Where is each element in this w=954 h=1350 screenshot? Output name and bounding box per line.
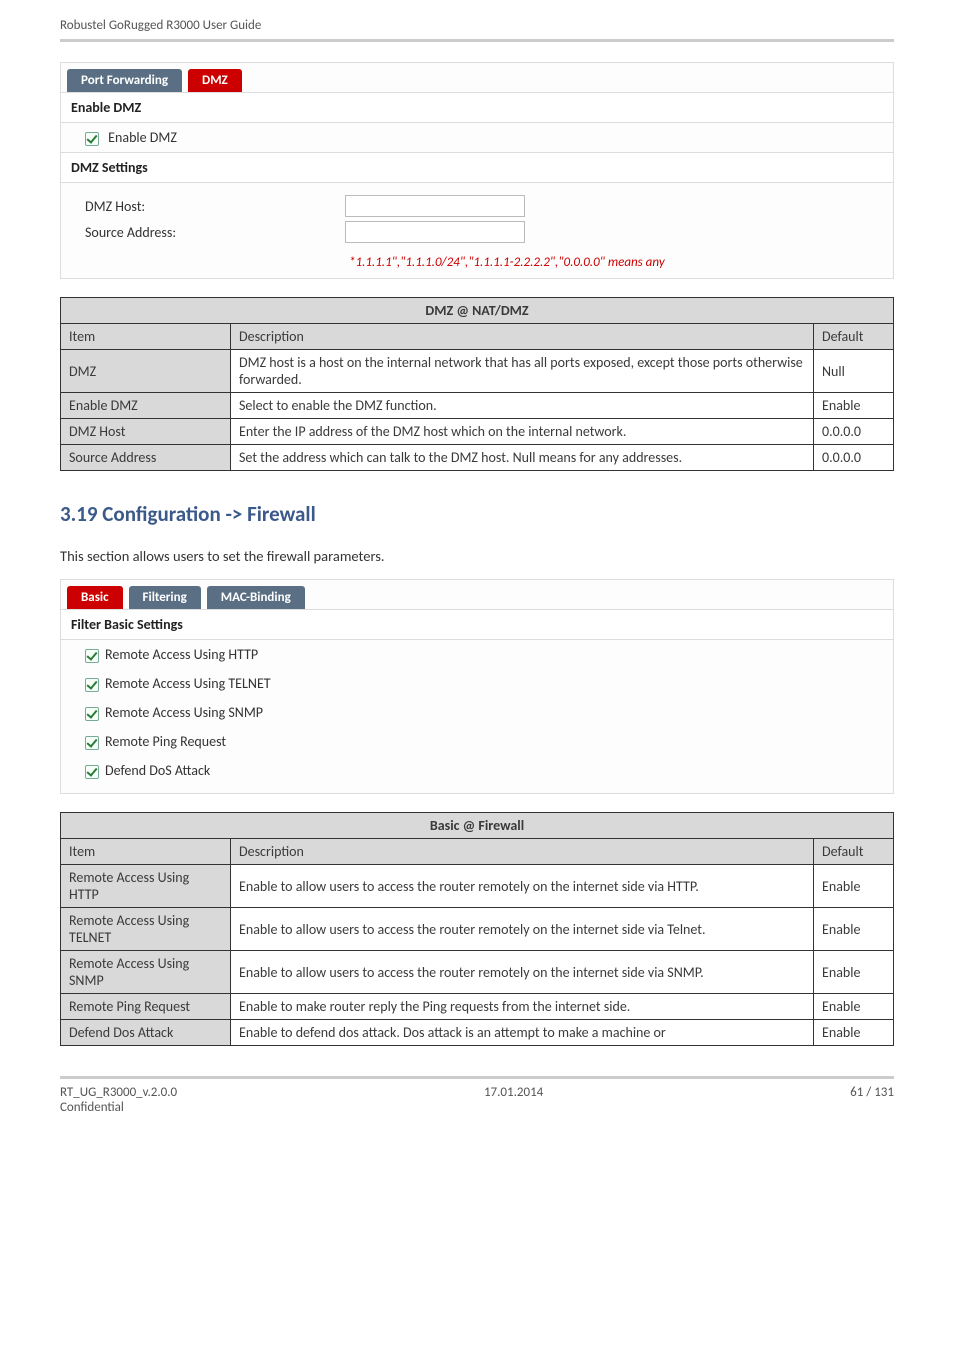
source-address-input[interactable] — [345, 221, 525, 243]
row-item: Remote Access Using SNMP — [61, 951, 231, 994]
table-title: DMZ @ NAT/DMZ — [61, 298, 894, 324]
row-item: Source Address — [61, 445, 231, 471]
filter-basic-header: Filter Basic Settings — [61, 609, 893, 640]
table-row: Remote Ping RequestEnable to make router… — [61, 994, 894, 1020]
table-row: DMZ HostEnter the IP address of the DMZ … — [61, 419, 894, 445]
dmz-host-label: DMZ Host: — [85, 198, 345, 215]
row-default: Enable — [814, 1020, 894, 1046]
checkbox-label: Remote Access Using HTTP — [105, 646, 258, 663]
page-footer: RT_UG_R3000_v.2.0.0 Confidential 17.01.2… — [60, 1076, 894, 1115]
tab-basic[interactable]: Basic — [67, 586, 123, 609]
row-default: Enable — [814, 994, 894, 1020]
checkbox-row: Defend DoS Attack — [61, 756, 893, 785]
page-header: Robustel GoRugged R3000 User Guide — [60, 0, 894, 42]
row-default: Enable — [814, 951, 894, 994]
enable-dmz-header: Enable DMZ — [61, 92, 893, 123]
tab-port-forwarding[interactable]: Port Forwarding — [67, 69, 182, 92]
dmz-settings-body: DMZ Host: Source Address: — [61, 183, 893, 255]
row-item: Remote Access Using TELNET — [61, 908, 231, 951]
checkbox-row: Remote Ping Request — [61, 727, 893, 756]
row-item: DMZ — [61, 350, 231, 393]
dmz-host-input[interactable] — [345, 195, 525, 217]
checkbox-label: Remote Access Using TELNET — [105, 675, 271, 692]
source-address-hint: *1.1.1.1","1.1.1.0/24","1.1.1.1-2.2.2.2"… — [349, 255, 893, 278]
firewall-info-table: Basic @ Firewall Item Description Defaul… — [60, 812, 894, 1046]
checkbox-label: Defend DoS Attack — [105, 762, 210, 779]
checkbox-icon[interactable] — [85, 132, 99, 146]
row-desc: Enable to make router reply the Ping req… — [231, 994, 814, 1020]
section-heading: 3.19 Configuration -> Firewall — [60, 501, 894, 527]
checkbox-icon[interactable] — [85, 707, 99, 721]
checkbox-icon[interactable] — [85, 765, 99, 779]
col-desc: Description — [231, 324, 814, 350]
row-default: Enable — [814, 865, 894, 908]
checkbox-icon[interactable] — [85, 678, 99, 692]
row-item: DMZ Host — [61, 419, 231, 445]
row-desc: Select to enable the DMZ function. — [231, 393, 814, 419]
row-desc: Enable to allow users to access the rout… — [231, 865, 814, 908]
row-desc: Enter the IP address of the DMZ host whi… — [231, 419, 814, 445]
row-item: Remote Ping Request — [61, 994, 231, 1020]
checkbox-label: Remote Access Using SNMP — [105, 704, 263, 721]
table-row: Remote Access Using SNMPEnable to allow … — [61, 951, 894, 994]
footer-page: 61 / 131 — [850, 1085, 894, 1115]
col-desc: Description — [231, 839, 814, 865]
col-item: Item — [61, 839, 231, 865]
row-default: Null — [814, 350, 894, 393]
row-desc: Enable to allow users to access the rout… — [231, 951, 814, 994]
row-default: Enable — [814, 393, 894, 419]
row-default: 0.0.0.0 — [814, 419, 894, 445]
row-desc: Enable to defend dos attack. Dos attack … — [231, 1020, 814, 1046]
table-row: Source AddressSet the address which can … — [61, 445, 894, 471]
footer-left: RT_UG_R3000_v.2.0.0 Confidential — [60, 1085, 177, 1115]
table-title: Basic @ Firewall — [61, 813, 894, 839]
source-address-label: Source Address: — [85, 224, 345, 241]
table-row: Enable DMZSelect to enable the DMZ funct… — [61, 393, 894, 419]
dmz-panel: Port Forwarding DMZ Enable DMZ Enable DM… — [60, 62, 894, 279]
col-default: Default — [814, 324, 894, 350]
footer-confidential: Confidential — [60, 1100, 177, 1115]
footer-version: RT_UG_R3000_v.2.0.0 — [60, 1085, 177, 1100]
row-desc: Enable to allow users to access the rout… — [231, 908, 814, 951]
checkbox-icon[interactable] — [85, 736, 99, 750]
tab-filtering[interactable]: Filtering — [129, 586, 201, 609]
tab-mac-binding[interactable]: MAC-Binding — [207, 586, 305, 609]
row-item: Enable DMZ — [61, 393, 231, 419]
col-default: Default — [814, 839, 894, 865]
firewall-panel: Basic Filtering MAC-Binding Filter Basic… — [60, 579, 894, 794]
row-desc: Set the address which can talk to the DM… — [231, 445, 814, 471]
checkbox-row: Remote Access Using HTTP — [61, 640, 893, 669]
row-item: Remote Access Using HTTP — [61, 865, 231, 908]
checkbox-label: Remote Ping Request — [105, 733, 226, 750]
row-default: Enable — [814, 908, 894, 951]
section-intro: This section allows users to set the fir… — [60, 547, 894, 565]
tab-dmz[interactable]: DMZ — [188, 69, 242, 92]
enable-dmz-row: Enable DMZ — [61, 123, 893, 152]
dmz-tab-row: Port Forwarding DMZ — [61, 63, 893, 92]
table-row: Remote Access Using TELNETEnable to allo… — [61, 908, 894, 951]
table-row: DMZDMZ host is a host on the internal ne… — [61, 350, 894, 393]
checkbox-row: Remote Access Using TELNET — [61, 669, 893, 698]
enable-dmz-label: Enable DMZ — [108, 129, 177, 146]
row-item: Defend Dos Attack — [61, 1020, 231, 1046]
dmz-settings-header: DMZ Settings — [61, 152, 893, 183]
dmz-info-table: DMZ @ NAT/DMZ Item Description Default D… — [60, 297, 894, 471]
row-desc: DMZ host is a host on the internal netwo… — [231, 350, 814, 393]
checkbox-row: Remote Access Using SNMP — [61, 698, 893, 727]
table-row: Defend Dos AttackEnable to defend dos at… — [61, 1020, 894, 1046]
row-default: 0.0.0.0 — [814, 445, 894, 471]
col-item: Item — [61, 324, 231, 350]
footer-date: 17.01.2014 — [484, 1085, 543, 1115]
firewall-tab-row: Basic Filtering MAC-Binding — [61, 580, 893, 609]
table-row: Remote Access Using HTTPEnable to allow … — [61, 865, 894, 908]
checkbox-icon[interactable] — [85, 649, 99, 663]
filter-basic-body: Remote Access Using HTTP Remote Access Us… — [61, 640, 893, 793]
